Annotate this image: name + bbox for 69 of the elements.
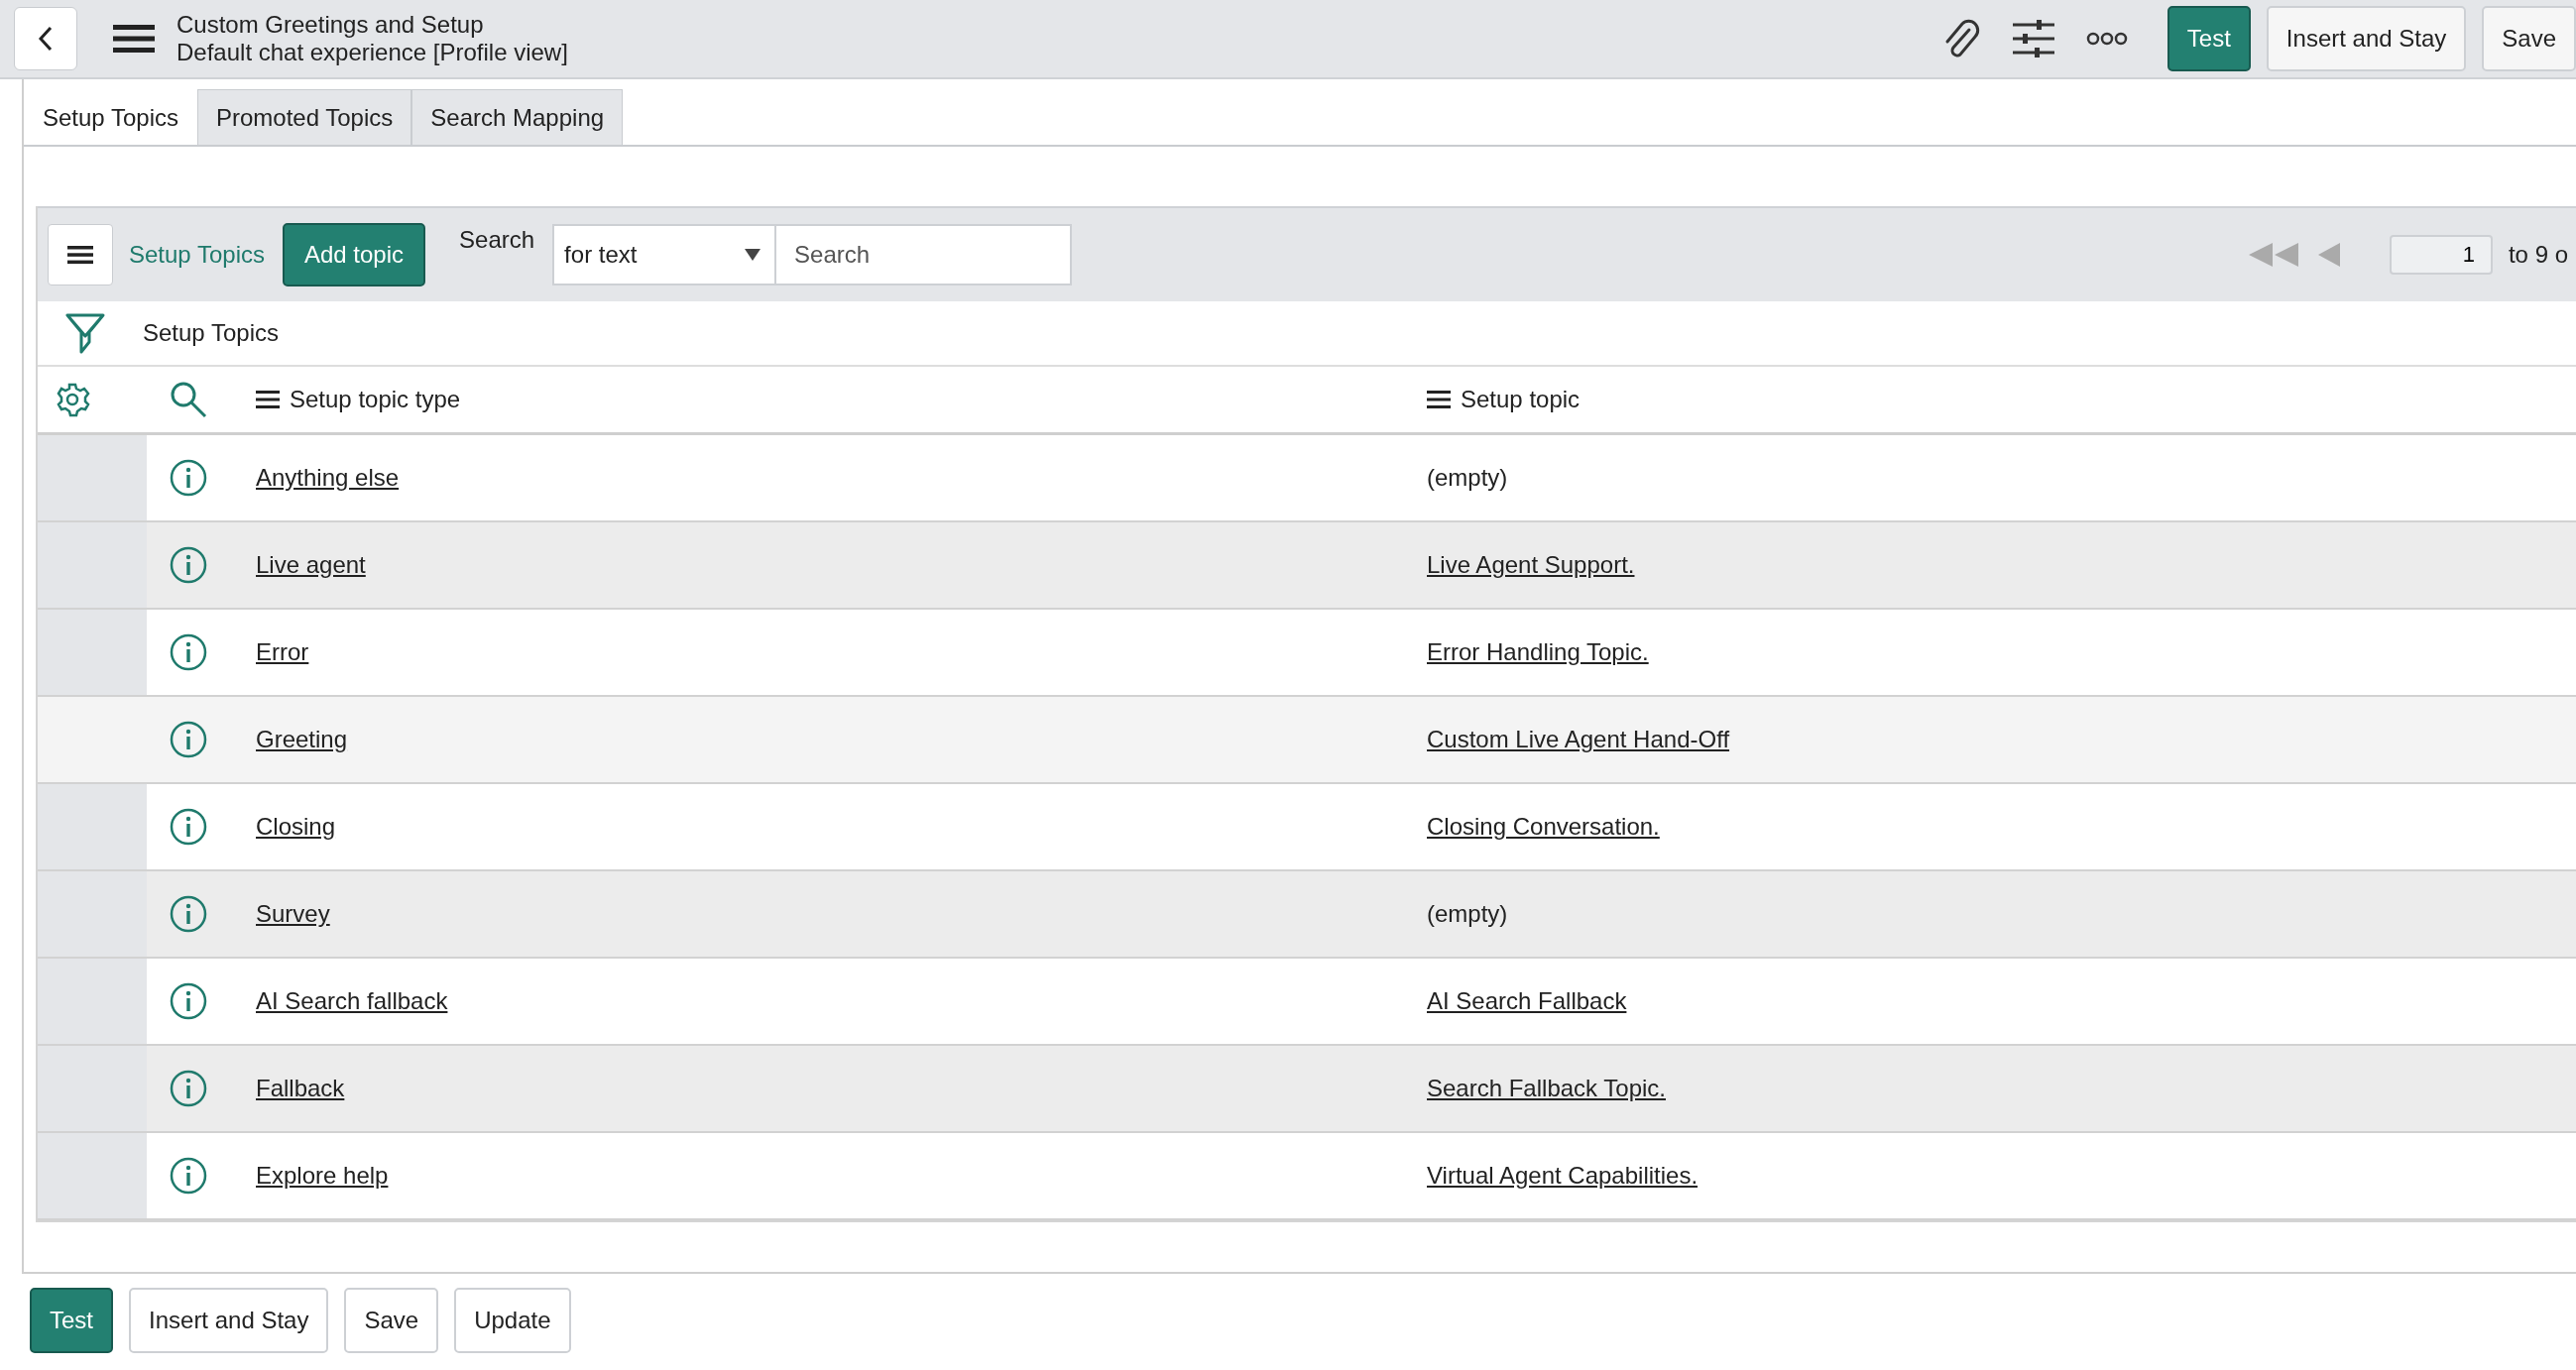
topic-type-link[interactable]: Fallback [256, 1075, 345, 1101]
info-icon[interactable] [170, 982, 207, 1020]
topic-link[interactable]: AI Search Fallback [1427, 987, 1627, 1014]
topic-type-link[interactable]: Error [256, 638, 309, 665]
back-button[interactable] [14, 7, 77, 70]
search-label: Search [459, 226, 535, 254]
footer-button[interactable]: Update [454, 1288, 571, 1353]
page-input[interactable]: 1 [2389, 235, 2493, 275]
footer-button[interactable]: Save [344, 1288, 439, 1353]
page-total: to 9 o [2508, 241, 2569, 269]
tab[interactable]: Promoted Topics [197, 89, 412, 145]
topic-type-link[interactable]: Explore help [256, 1162, 389, 1189]
header-button[interactable]: Insert and Stay [2266, 6, 2467, 71]
info-icon[interactable] [170, 546, 207, 584]
caret-icon [745, 249, 761, 261]
table-row[interactable]: Survey (empty) [38, 871, 2576, 959]
form-subtitle: Default chat experience [Profile view] [176, 39, 568, 66]
topic-type-link[interactable]: AI Search fallback [256, 987, 448, 1014]
topic-link[interactable]: Virtual Agent Capabilities. [1427, 1162, 1698, 1189]
topic-type-link[interactable]: Anything else [256, 464, 400, 491]
topic-type-link[interactable]: Survey [256, 900, 330, 927]
table-row[interactable]: Anything else (empty) [38, 435, 2576, 522]
menu-icon [67, 245, 93, 265]
header-button[interactable]: Test [2166, 6, 2251, 71]
info-icon[interactable] [170, 459, 207, 497]
sliders-icon[interactable] [2012, 19, 2054, 58]
topic-link[interactable]: Custom Live Agent Hand-Off [1427, 726, 1730, 752]
column-menu-icon [1427, 391, 1451, 408]
search-field-select[interactable]: for text [552, 224, 777, 285]
breadcrumb: Setup Topics [143, 319, 279, 347]
add-topic-button[interactable]: Add topic [283, 223, 426, 286]
info-icon[interactable] [170, 1157, 207, 1195]
topic-link[interactable]: Error Handling Topic. [1427, 638, 1649, 665]
footer-button[interactable]: Test [30, 1288, 113, 1353]
topic-link[interactable]: Closing Conversation. [1427, 813, 1660, 840]
menu-icon[interactable] [113, 24, 155, 54]
table-row[interactable]: AI Search fallback AI Search Fallback [38, 959, 2576, 1046]
topic-link[interactable]: Search Fallback Topic. [1427, 1075, 1666, 1101]
list-menu-button[interactable] [48, 224, 113, 285]
info-icon[interactable] [170, 895, 207, 933]
table-row[interactable]: Explore help Virtual Agent Capabilities. [38, 1133, 2576, 1220]
info-icon[interactable] [170, 633, 207, 671]
more-icon[interactable] [2085, 32, 2128, 46]
form-title: Custom Greetings and Setup [176, 11, 485, 39]
info-icon[interactable] [170, 1070, 207, 1107]
table-cell: (empty) [1427, 900, 1508, 927]
header-button[interactable]: Save [2482, 6, 2576, 71]
table-cell: (empty) [1427, 464, 1508, 491]
table-row[interactable]: Greeting Custom Live Agent Hand-Off [38, 697, 2576, 784]
footer-button[interactable]: Insert and Stay [129, 1288, 329, 1353]
list-title[interactable]: Setup Topics [129, 241, 265, 269]
topic-type-link[interactable]: Closing [256, 813, 336, 840]
table-row[interactable]: Fallback Search Fallback Topic. [38, 1046, 2576, 1133]
topic-type-link[interactable]: Live agent [256, 551, 366, 578]
column-header[interactable]: Setup topic type [240, 386, 1411, 413]
table-row[interactable]: Closing Closing Conversation. [38, 784, 2576, 871]
topic-type-link[interactable]: Greeting [256, 726, 348, 752]
info-icon[interactable] [170, 808, 207, 846]
table-row[interactable]: Live agent Live Agent Support. [38, 522, 2576, 610]
table-row[interactable]: Error Error Handling Topic. [38, 610, 2576, 697]
search-icon[interactable] [170, 381, 207, 418]
settings-icon[interactable] [55, 382, 90, 417]
search-input[interactable]: Search [776, 224, 1073, 285]
topic-link[interactable]: Live Agent Support. [1427, 551, 1635, 578]
column-menu-icon [256, 391, 280, 408]
column-header[interactable]: Setup topic [1411, 386, 1581, 413]
filter-icon[interactable] [65, 312, 105, 354]
info-icon[interactable] [170, 721, 207, 758]
tab[interactable]: Search Mapping [411, 89, 624, 145]
